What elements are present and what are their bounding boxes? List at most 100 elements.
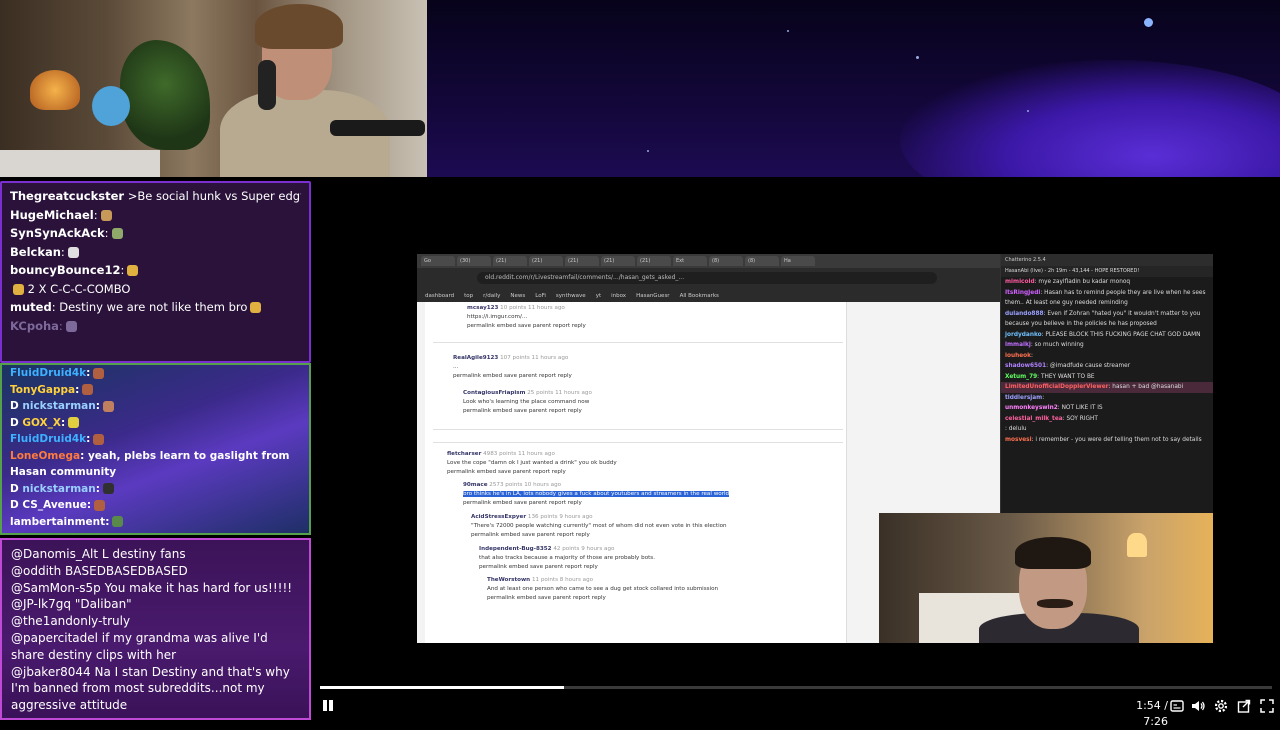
- comment-text: Look who's learning the place command no…: [463, 399, 590, 405]
- comment-points: 136 points 9 hours ago: [526, 514, 593, 520]
- streamer-hair: [255, 4, 343, 49]
- browser-tab[interactable]: Ha: [781, 256, 815, 266]
- bookmark-item[interactable]: r/daily: [483, 293, 500, 299]
- plant-decoration: [120, 40, 210, 150]
- chat-username: @JP-lk7gq: [11, 597, 71, 612]
- chat-message: @SamMon-s5p You make it has hard for us!…: [11, 580, 300, 597]
- comment-author[interactable]: Independent-Bug-8352: [479, 546, 552, 552]
- comment-actions[interactable]: permalink embed save parent report reply: [467, 323, 586, 329]
- guest-mustache: [1037, 599, 1073, 608]
- chat-username: CS_Avenue: [22, 499, 87, 511]
- chatterino-message: ItsRingJedi: Hasan has to remind people …: [1001, 288, 1213, 309]
- volume-icon[interactable]: [1190, 698, 1206, 714]
- comment-points: 4983 points 11 hours ago: [481, 451, 555, 457]
- comment-actions[interactable]: permalink embed save parent report reply: [447, 469, 566, 475]
- chat-username: FluidDruid4k: [10, 367, 87, 379]
- chat-message: D nickstarman:: [10, 481, 301, 498]
- fullscreen-icon[interactable]: [1259, 698, 1275, 714]
- emote-icon: [82, 384, 94, 395]
- chatterino-text: : SOY RIGHT: [1062, 415, 1098, 422]
- emote-icon: [127, 265, 139, 276]
- moderator-badge-icon: D: [10, 499, 23, 511]
- chat-username: nickstarman: [22, 482, 96, 495]
- chatterino-message: celestial_milk_tea: SOY RIGHT: [1001, 414, 1213, 425]
- comment-actions[interactable]: permalink embed save parent report reply: [453, 373, 572, 379]
- bookmark-item[interactable]: inbox: [611, 293, 626, 299]
- moderator-badge-icon: D: [10, 416, 23, 429]
- chat-text: You make it has hard for us!!!!!: [100, 580, 293, 595]
- chatterino-text: : THEY WANT TO BE: [1037, 373, 1095, 380]
- chatterino-username: Xetum_79: [1005, 373, 1038, 380]
- comment-body: And at least one person who came to see …: [487, 586, 718, 592]
- browser-tab[interactable]: (21): [601, 256, 635, 266]
- chatterino-message: mimicoid: mye zayifladin bu kadar monoq: [1001, 277, 1213, 288]
- chatterino-message: jordydanko: PLEASE BLOCK THIS FUCKING PA…: [1001, 330, 1213, 341]
- chatterino-window: Chatterino 2.5.4 HasanAbi (live) - 2h 19…: [1000, 254, 1213, 513]
- emote-icon: [111, 228, 123, 239]
- chat-text: :: [93, 207, 98, 222]
- comment-author[interactable]: AcidStressExpyer: [471, 514, 526, 520]
- chat-username: FluidDruid4k: [10, 433, 87, 445]
- comment-author[interactable]: mcsay123: [467, 305, 498, 311]
- star: [1027, 110, 1029, 112]
- browser-tab[interactable]: (8): [709, 256, 743, 266]
- comment-header: Independent-Bug-8352 42 points 9 hours a…: [479, 546, 614, 552]
- bookmark-item[interactable]: synthwave: [556, 293, 586, 299]
- browser-tab[interactable]: (21): [529, 256, 563, 266]
- browser-tab[interactable]: (21): [493, 256, 527, 266]
- bookmark-item[interactable]: top: [464, 293, 473, 299]
- bookmark-item[interactable]: News: [510, 293, 525, 299]
- seek-bar[interactable]: [320, 686, 1272, 689]
- bookmark-item[interactable]: dashboard: [425, 293, 454, 299]
- emote-icon: [93, 367, 105, 379]
- bookmark-item[interactable]: LoFi: [535, 293, 546, 299]
- share-clip-icon[interactable]: [1236, 698, 1252, 714]
- bookmark-item[interactable]: HasanGuesr: [636, 293, 670, 299]
- comment-author[interactable]: ContagiousFriapism: [463, 390, 525, 396]
- chat-username: muted: [10, 300, 52, 314]
- comment-author[interactable]: fletcharser: [447, 451, 481, 457]
- comment-author[interactable]: 90mace: [463, 482, 488, 488]
- comment-actions[interactable]: permalink embed save parent report reply: [463, 408, 582, 414]
- comment-actions[interactable]: permalink embed save parent report reply: [463, 500, 582, 506]
- chatterino-text: : hasan + bad @hasanabi: [1108, 384, 1184, 390]
- bookmark-item[interactable]: All Bookmarks: [680, 293, 719, 299]
- chatterino-username: celestial_milk_tea: [1005, 415, 1063, 422]
- chat-username: @the1andonly-truly: [11, 614, 131, 629]
- thread-separator: [433, 342, 843, 343]
- emote-icon: [13, 283, 24, 295]
- browser-tab[interactable]: (21): [565, 256, 599, 266]
- chat-username: GOX_X: [22, 416, 61, 429]
- browser-tab[interactable]: (8): [745, 256, 779, 266]
- captions-icon[interactable]: [1169, 698, 1185, 714]
- chat-message: @Danomis_Alt L destiny fans: [11, 546, 300, 563]
- browser-tab[interactable]: Ext: [673, 256, 707, 266]
- browser-tab[interactable]: (21): [637, 256, 671, 266]
- pause-button[interactable]: [320, 698, 336, 714]
- browser-tab[interactable]: (30): [457, 256, 491, 266]
- comment-author[interactable]: TheWorstown: [487, 577, 530, 583]
- comment-points: 11 points 8 hours ago: [530, 577, 594, 583]
- chat-message: 2 X C-C-C-COMBO: [10, 280, 301, 299]
- wall-lamp: [1127, 533, 1147, 557]
- comment-text: "There's 72000 people watching currently…: [471, 523, 727, 529]
- chat-username: bouncyBounce12: [10, 263, 121, 277]
- comment-actions[interactable]: permalink embed save parent report reply: [487, 595, 606, 601]
- chat-username: LoneOmega: [10, 449, 81, 462]
- comment-actions[interactable]: permalink embed save parent report reply: [479, 564, 598, 570]
- chat-message: D nickstarman:: [10, 398, 301, 415]
- chat-message: FluidDruid4k:: [10, 365, 301, 382]
- comment-body: that also tracks because a majority of t…: [479, 555, 655, 561]
- chat-text: L destiny fans: [98, 547, 186, 561]
- comment-author[interactable]: RealAgile9123: [453, 355, 498, 361]
- bookmark-item[interactable]: yt: [596, 293, 601, 299]
- chat-username: lambertainment: [10, 515, 106, 528]
- comment-header: RealAgile9123 107 points 11 hours ago: [453, 355, 568, 361]
- desk: [0, 150, 160, 177]
- comment-actions[interactable]: permalink embed save parent report reply: [471, 532, 590, 538]
- browser-tab[interactable]: Go: [421, 256, 455, 266]
- chatterino-username: lmmalkj: [1005, 342, 1031, 348]
- emote-icon: [67, 246, 79, 258]
- chat-message: SynSynAckAck:: [10, 224, 301, 243]
- settings-gear-icon[interactable]: [1213, 698, 1229, 714]
